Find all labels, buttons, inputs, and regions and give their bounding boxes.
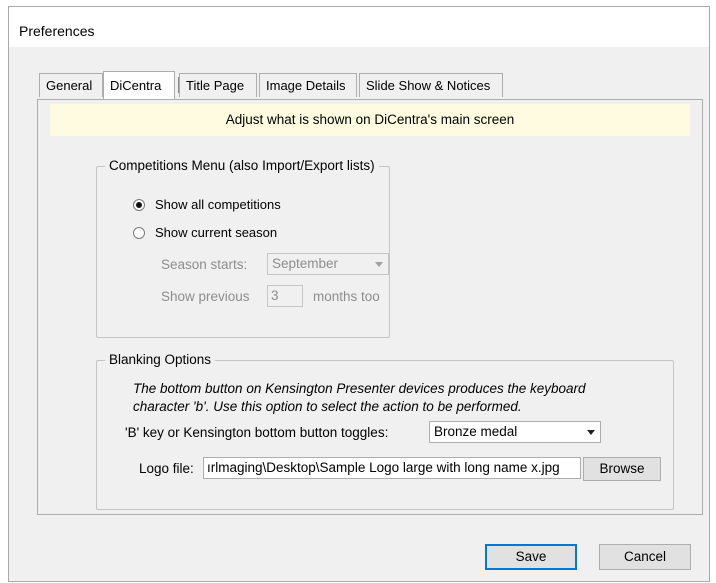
season-starts-select[interactable]: September [267, 253, 389, 275]
show-previous-months-input[interactable]: 3 [267, 285, 303, 307]
cancel-button[interactable]: Cancel [599, 544, 691, 570]
preferences-dialog: Preferences General DiCentra Title Page … [8, 6, 710, 582]
dialog-title: Preferences [19, 23, 95, 39]
show-current-season-label: Show current season [155, 225, 278, 240]
season-starts-value: September [272, 256, 339, 271]
radio-unselected-icon[interactable] [133, 226, 145, 239]
blanking-description-line2: character 'b'. Use this option to select… [133, 399, 522, 414]
save-button[interactable]: Save [485, 544, 577, 570]
tab-slide-show-notices[interactable]: Slide Show & Notices [359, 73, 503, 97]
radio-selected-icon[interactable] [133, 198, 145, 211]
title-bar: Preferences [9, 7, 709, 47]
logo-file-input[interactable]: ırlmaging\Desktop\Sample Logo large with… [203, 457, 581, 479]
months-too-label: months too [313, 289, 380, 304]
info-banner: Adjust what is shown on DiCentra's main … [50, 104, 690, 136]
chevron-down-icon[interactable] [370, 254, 388, 274]
season-starts-label: Season starts: [161, 257, 248, 272]
show-current-season-option[interactable]: Show current season [133, 225, 277, 240]
show-all-competitions-label: Show all competitions [155, 197, 281, 212]
competitions-menu-legend: Competitions Menu (also Import/Export li… [105, 158, 379, 173]
chevron-down-icon[interactable] [582, 422, 600, 442]
toggle-action-select[interactable]: Bronze medal [429, 421, 601, 443]
show-previous-label: Show previous [161, 289, 250, 304]
toggle-action-label: 'B' key or Kensington bottom button togg… [125, 425, 389, 440]
tab-panel-dicentra: Adjust what is shown on DiCentra's main … [37, 99, 703, 515]
show-all-competitions-option[interactable]: Show all competitions [133, 197, 281, 212]
blanking-options-group: Blanking Options The bottom button on Ke… [96, 352, 674, 510]
tab-dicentra[interactable]: DiCentra [103, 71, 175, 99]
toggle-action-value: Bronze medal [434, 424, 518, 439]
competitions-menu-group: Competitions Menu (also Import/Export li… [96, 158, 390, 338]
browse-button[interactable]: Browse [583, 457, 661, 481]
tab-title-page[interactable]: Title Page [179, 73, 257, 97]
blanking-description-line1: The bottom button on Kensington Presente… [133, 381, 586, 396]
tab-image-details[interactable]: Image Details [259, 73, 357, 97]
logo-file-label: Logo file: [139, 461, 194, 476]
blanking-options-legend: Blanking Options [105, 352, 216, 367]
tab-general[interactable]: General [39, 73, 103, 97]
